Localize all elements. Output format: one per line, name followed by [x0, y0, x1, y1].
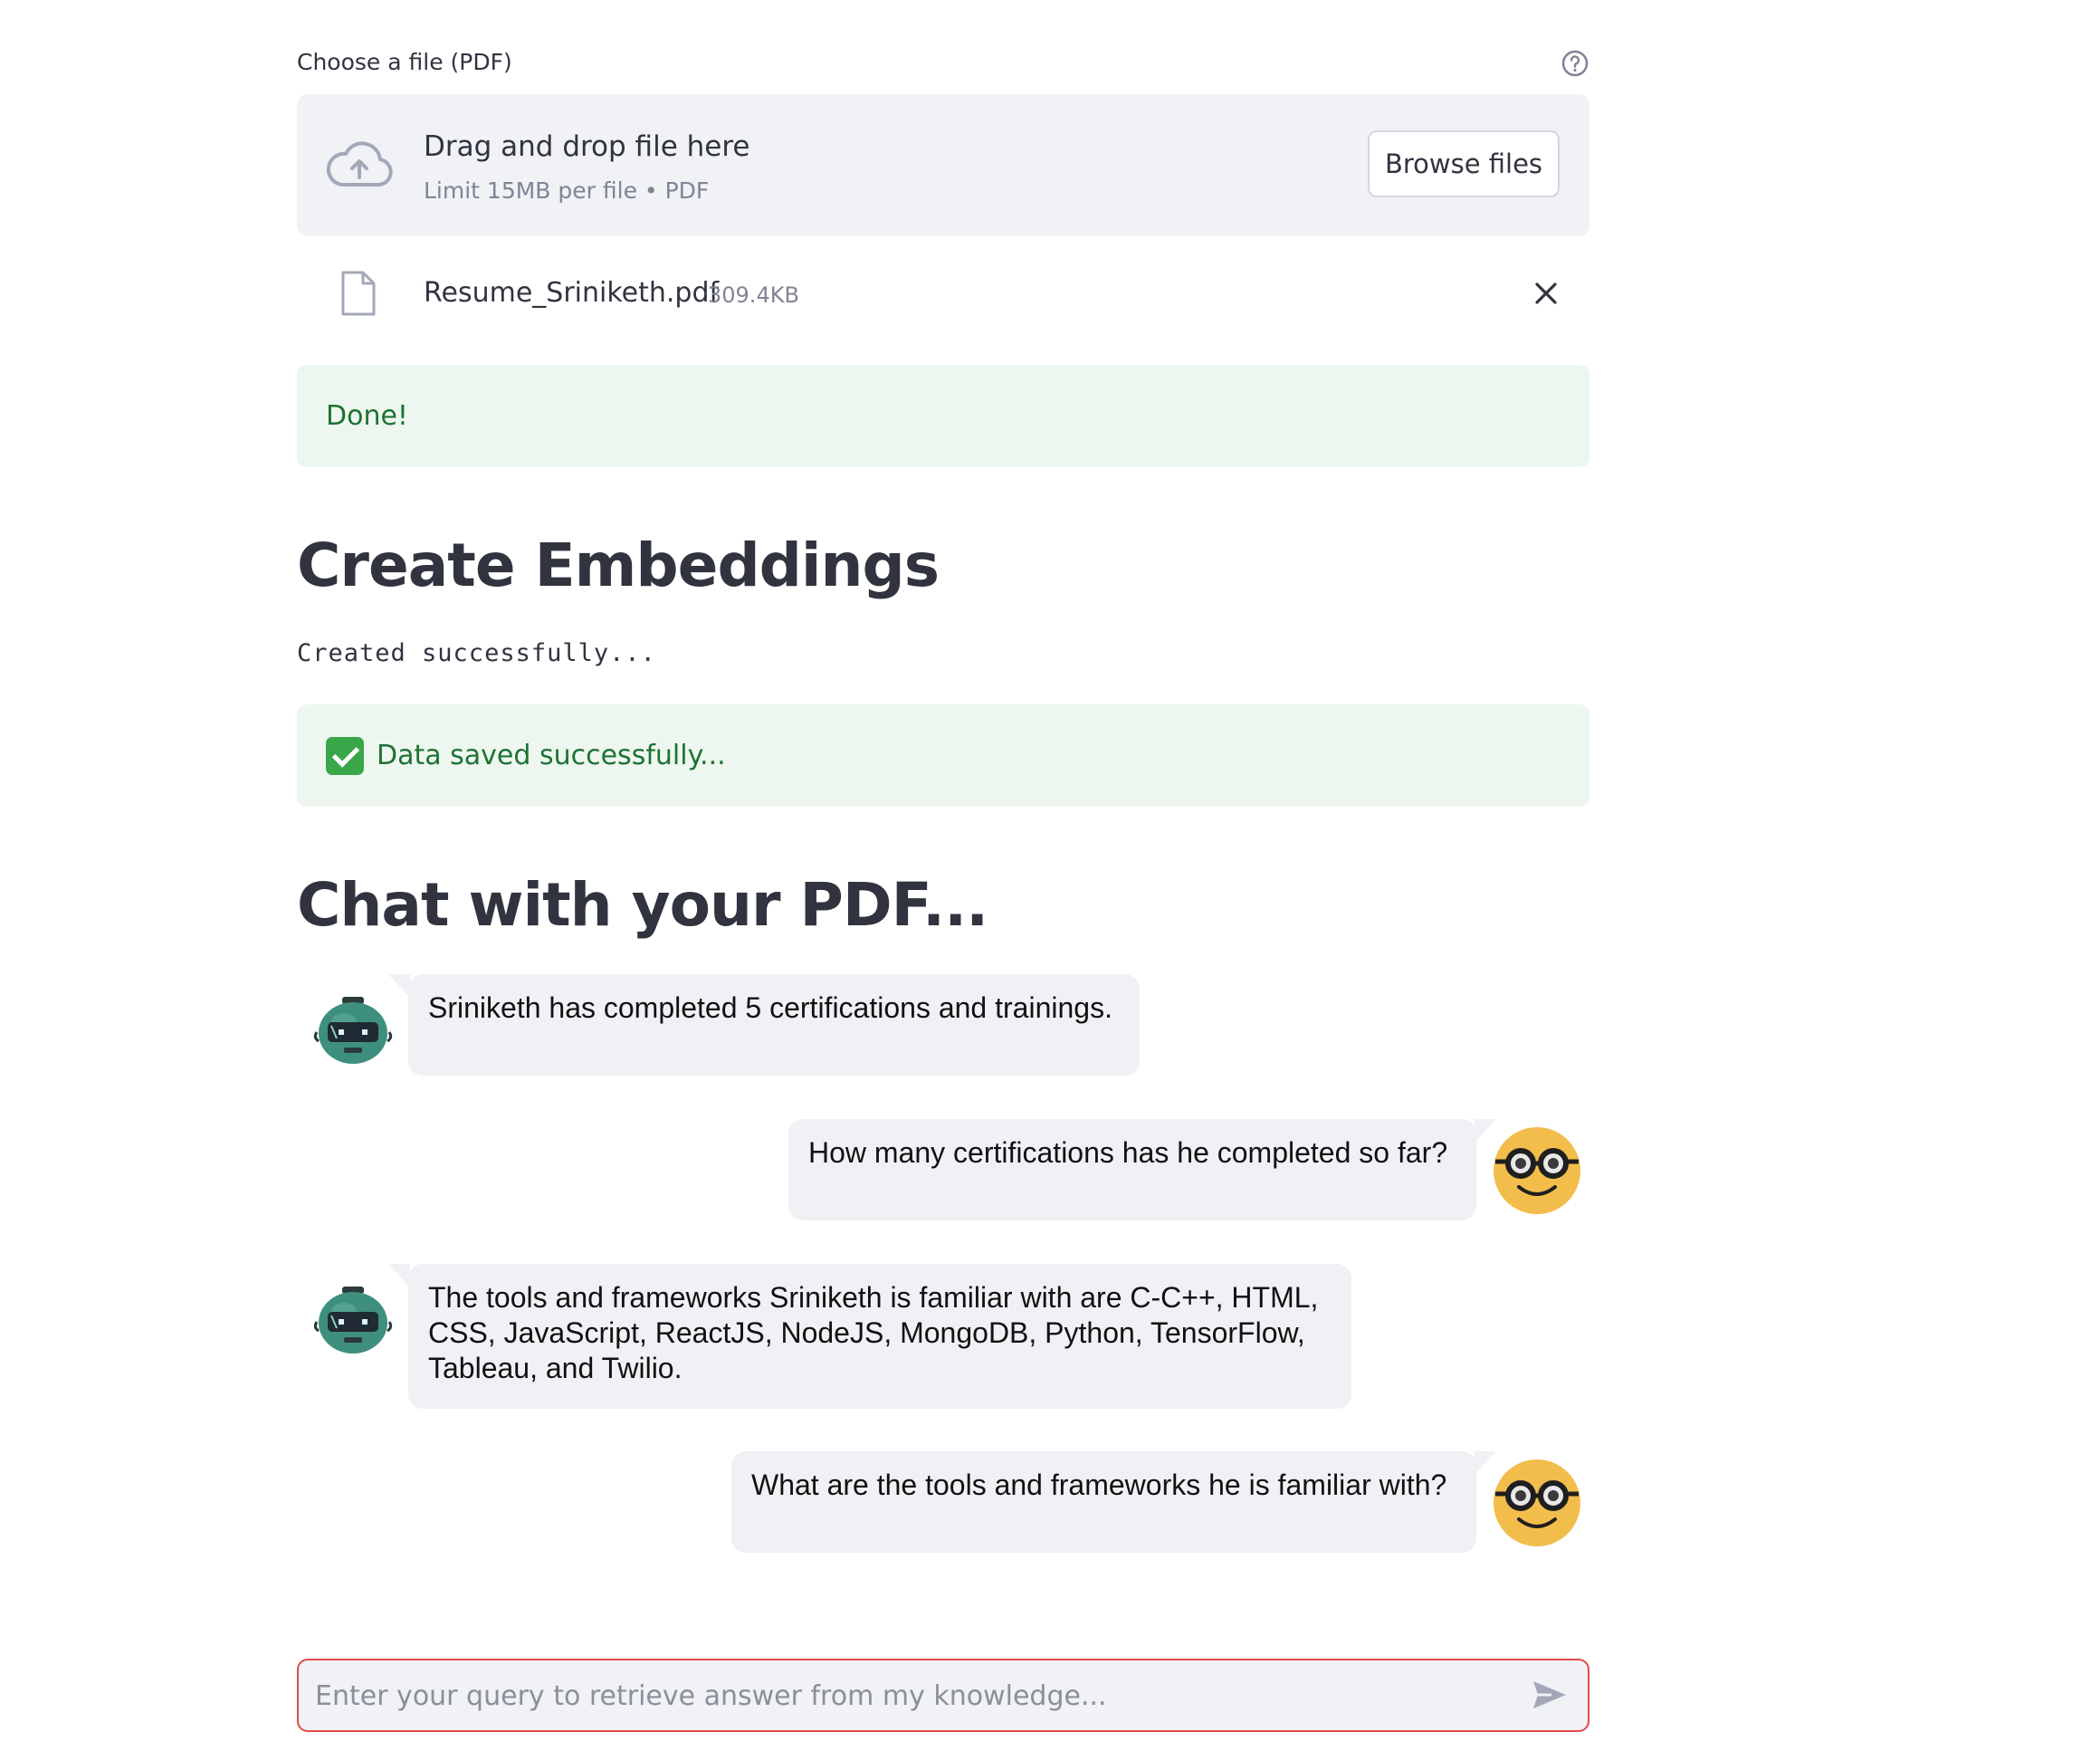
file-dropzone[interactable]: Drag and drop file here Limit 15MB per f… — [297, 94, 1589, 236]
cloud-upload-icon — [326, 141, 393, 187]
help-icon[interactable] — [1561, 49, 1589, 78]
uploaded-file-row: Resume_Sriniketh.pdf 309.4KB — [297, 257, 1589, 330]
assistant-message: The tools and frameworks Sriniketh is fa… — [388, 1264, 1351, 1409]
uploaded-file-size: 309.4KB — [708, 282, 799, 308]
alert-text: Done! — [326, 400, 408, 432]
success-alert-saved: Data saved successfully... — [297, 704, 1589, 807]
chat-heading: Chat with your PDF... — [297, 870, 988, 940]
main-content: Choose a file (PDF) Drag and drop file h… — [297, 0, 1589, 1751]
dropzone-title: Drag and drop file here — [424, 130, 750, 163]
chat-query-input[interactable] — [313, 1660, 1494, 1732]
nerd-face-avatar — [1494, 1459, 1580, 1546]
embeddings-status-text: Created successfully... — [297, 639, 656, 667]
assistant-message: Sriniketh has completed 5 certifications… — [388, 974, 1140, 1076]
dropzone-limit-text: Limit 15MB per file • PDF — [424, 177, 710, 204]
user-message: What are the tools and frameworks he is … — [731, 1451, 1496, 1553]
success-alert-done: Done! — [297, 365, 1589, 467]
robot-avatar — [313, 1287, 393, 1354]
user-message: How many certifications has he completed… — [788, 1119, 1496, 1220]
browse-files-button[interactable]: Browse files — [1368, 130, 1560, 197]
alert-text: Data saved successfully... — [377, 740, 726, 771]
robot-avatar — [313, 997, 393, 1064]
file-icon — [341, 271, 376, 316]
check-box-icon — [326, 736, 364, 775]
uploaded-file-name: Resume_Sriniketh.pdf — [424, 277, 720, 309]
close-icon[interactable] — [1530, 277, 1562, 310]
nerd-face-avatar — [1494, 1127, 1580, 1214]
create-embeddings-heading: Create Embeddings — [297, 531, 940, 600]
send-icon[interactable] — [1532, 1679, 1568, 1711]
file-uploader-label: Choose a file (PDF) — [297, 49, 512, 75]
chat-input-container — [297, 1659, 1589, 1732]
